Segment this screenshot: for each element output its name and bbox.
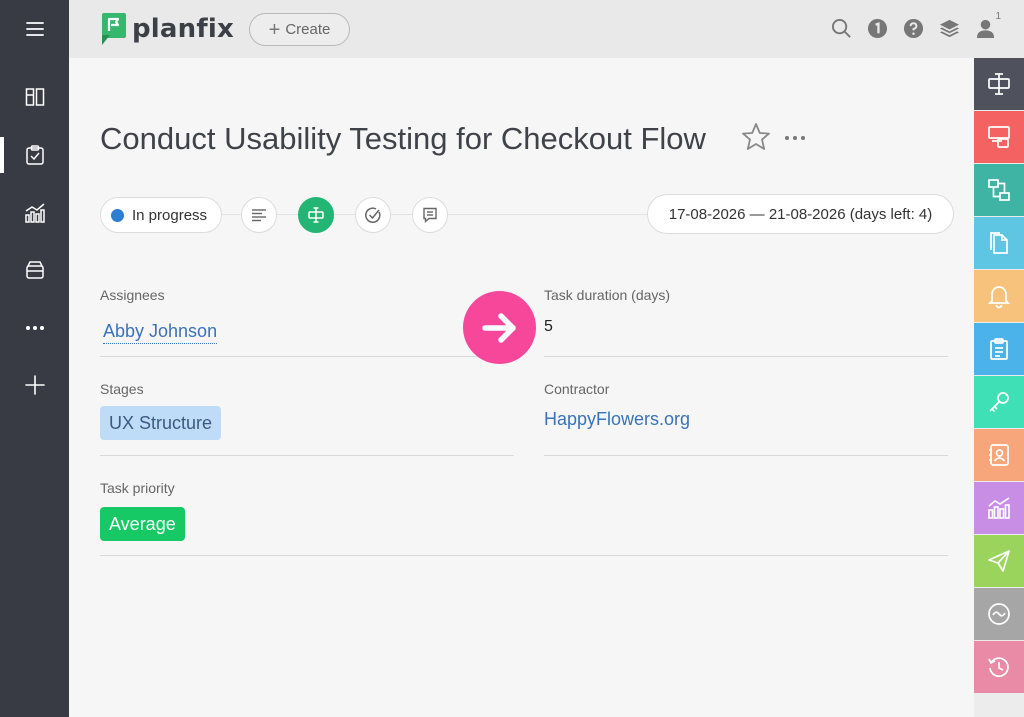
status-dot [111,208,124,222]
status-button[interactable]: In progress [100,197,222,233]
assignees-label: Assignees [100,287,165,303]
comments-icon [423,207,437,224]
dashboard-icon[interactable] [0,77,69,117]
right-toolbar [974,58,1024,717]
date-range-label: 17-08-2026 — 21-08-2026 (days left: 4) [668,205,933,223]
status-label: In progress [132,206,208,224]
fields-icon [308,207,324,223]
checklist-clipboard-icon[interactable] [974,323,1024,375]
processes-icon[interactable] [974,164,1024,216]
user-profile-icon[interactable]: 1 [974,11,1001,41]
plus-icon: + [268,18,281,41]
stages-label: Stages [100,381,144,397]
history-icon[interactable] [974,641,1024,693]
access-key-icon[interactable] [974,376,1024,428]
documents-icon[interactable] [974,217,1024,269]
field-divider [544,356,948,357]
stage-tag[interactable]: UX Structure [100,406,222,440]
planfix-logo-icon [102,13,126,45]
field-divider [544,455,948,456]
task-duration-value[interactable]: 5 [544,318,553,336]
fields-button[interactable] [298,197,334,233]
more-icon[interactable] [0,308,69,348]
favorite-star-icon[interactable] [740,121,772,153]
assignee-link[interactable]: Abby Johnson [103,321,218,344]
pointer-arrow-marker [463,291,536,364]
description-button[interactable] [241,197,277,233]
field-divider [100,455,514,456]
contacts-icon[interactable] [974,429,1024,481]
field-divider [100,555,948,556]
menu-icon[interactable] [0,9,69,49]
notifications-bell-icon[interactable] [974,270,1024,322]
checklist-icon [365,207,381,223]
arrow-right-icon [481,312,516,343]
date-range-button[interactable]: 17-08-2026 — 21-08-2026 (days left: 4) [647,194,954,234]
create-button[interactable]: + Create [249,13,350,46]
inbox-icon[interactable] [0,250,69,290]
description-icon [252,209,266,222]
priority-tag[interactable]: Average [100,507,185,541]
reports-icon[interactable] [974,482,1024,534]
task-priority-label: Task priority [100,480,175,496]
search-icon[interactable] [830,15,852,41]
more-actions-icon[interactable] [783,126,807,150]
notifications-icon[interactable] [866,15,888,41]
add-icon[interactable] [0,365,69,405]
task-duration-label: Task duration (days) [544,287,671,303]
left-sidebar [0,0,69,717]
contractor-link[interactable]: HappyFlowers.org [544,409,690,430]
task-title: Conduct Usability Testing for Checkout F… [100,121,706,156]
create-label: Create [285,21,331,38]
layers-icon[interactable] [938,15,960,41]
field-divider [100,356,514,357]
help-icon[interactable] [902,15,924,41]
checklist-button[interactable] [355,197,391,233]
integrations-icon[interactable] [974,588,1024,640]
notification-count: 1 [995,11,1001,22]
comments-button[interactable] [412,197,448,233]
actions-icon[interactable] [974,111,1024,163]
task-view: Conduct Usability Testing for Checkout F… [69,58,974,717]
contractor-label: Contractor [544,381,610,397]
top-header: planfix + Create 1 [69,0,1024,58]
planfix-logo[interactable]: planfix [102,13,234,45]
tasks-icon[interactable] [0,135,69,175]
task-icon[interactable] [974,58,1024,110]
send-icon[interactable] [974,535,1024,587]
analytics-icon[interactable] [0,193,69,233]
brand-name: planfix [132,14,234,44]
